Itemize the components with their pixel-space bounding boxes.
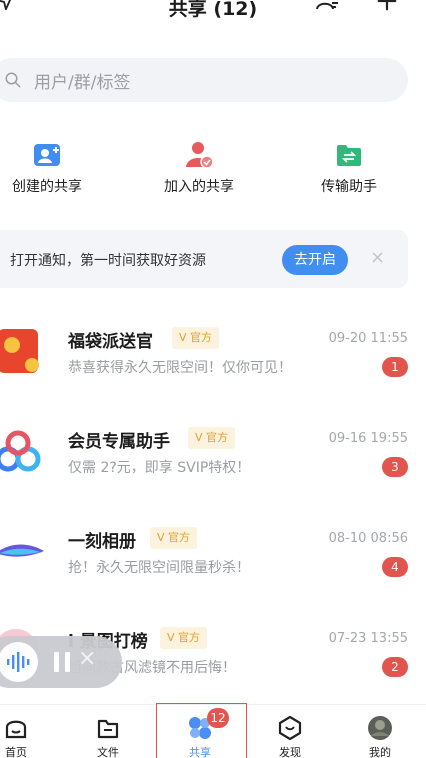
conversation-time: 09-20 11:55 [328,331,408,346]
conversation-name: 一刻相册 [68,532,136,552]
quick-action-label: 传输助手 [321,179,377,195]
add-icon[interactable] [372,0,402,16]
search-input[interactable]: 用户/群/标签 [0,58,408,102]
group-joined-icon [186,142,214,169]
official-badge: V 官方 [160,627,208,649]
user-add-icon [34,144,60,166]
search-icon [5,72,21,88]
tab-files[interactable]: 文件 [78,715,138,758]
album-avatar [0,544,44,557]
quick-action-label: 创建的共享 [12,179,82,195]
transfer-assistant-button[interactable]: 传输助手 [294,140,404,196]
list-item[interactable]: 会员专属助手 V 官方 09-16 19:55 仅需 2?元，即享 SVIP特权… [0,425,426,525]
enable-notifications-button[interactable]: 去开启 [282,245,348,275]
created-shares-button[interactable]: 创建的共享 [0,140,102,196]
quick-actions: 创建的共享 加入的共享 传输助手 [0,140,426,200]
notification-text: 打开通知，第一时间获取好资源 [10,253,206,269]
red-envelope-avatar [0,329,39,373]
list-item[interactable]: 一刻相册 V 官方 08-10 08:56 抢！永久无限空间限量秒杀！ 4 [0,525,426,625]
folder-icon [97,719,119,739]
conversation-message: 抢！永久无限空间限量秒杀！ [68,560,250,576]
tab-label: 发现 [279,746,301,758]
notification-banner: 打开通知，第一时间获取好资源 去开启 × [0,230,408,288]
home-icon [5,720,27,739]
tab-profile[interactable]: 我的 [350,715,410,758]
conversation-time: 07-23 13:55 [328,631,408,646]
page-title: 共享 (12) [168,0,258,20]
list-item[interactable]: 福袋派送官 V 官方 09-20 11:55 恭喜获得永久无限空间！仅你可见！ … [0,325,426,425]
official-badge: V 官方 [188,427,236,449]
joined-shares-button[interactable]: 加入的共享 [144,140,254,196]
close-player-icon[interactable]: × [78,646,96,671]
unread-badge: 3 [382,457,408,477]
tab-label: 我的 [369,746,391,758]
share-tab-badge: 12 [207,708,229,728]
quick-action-label: 加入的共享 [164,179,234,195]
conversation-name: 会员专属助手 [68,432,170,452]
tab-discover[interactable]: 发现 [260,715,320,758]
floating-audio-player[interactable]: × [0,636,122,688]
discover-icon [278,715,302,741]
tab-label: 首页 [5,746,27,758]
close-icon[interactable]: × [370,247,385,268]
cloud-assistant-avatar [0,430,41,472]
top-bar: 共享 (12) [0,0,426,30]
official-badge: V 官方 [172,327,220,349]
conversation-name: 福袋派送官 [68,332,153,352]
conversation-time: 09-16 19:55 [328,431,408,446]
official-badge: V 官方 [150,527,198,549]
conversation-time: 08-10 08:56 [328,531,408,546]
contacts-icon[interactable] [312,0,342,16]
active-tab-highlight [156,703,247,758]
transfer-folder-icon [337,145,361,166]
conversation-message: 恭喜获得永久无限空间！仅你可见！ [68,360,292,376]
unread-badge: 4 [382,557,408,577]
profile-avatar-icon [368,716,392,740]
unread-badge: 2 [382,657,408,677]
tab-home[interactable]: 首页 [0,715,46,758]
unread-badge: 1 [382,357,408,377]
conversation-message: 仅需 2?元，即享 SVIP特权！ [68,460,251,476]
pause-icon[interactable] [50,650,74,674]
search-placeholder: 用户/群/标签 [34,72,131,93]
tab-label: 文件 [97,746,119,758]
audio-wave-icon[interactable] [0,642,38,682]
